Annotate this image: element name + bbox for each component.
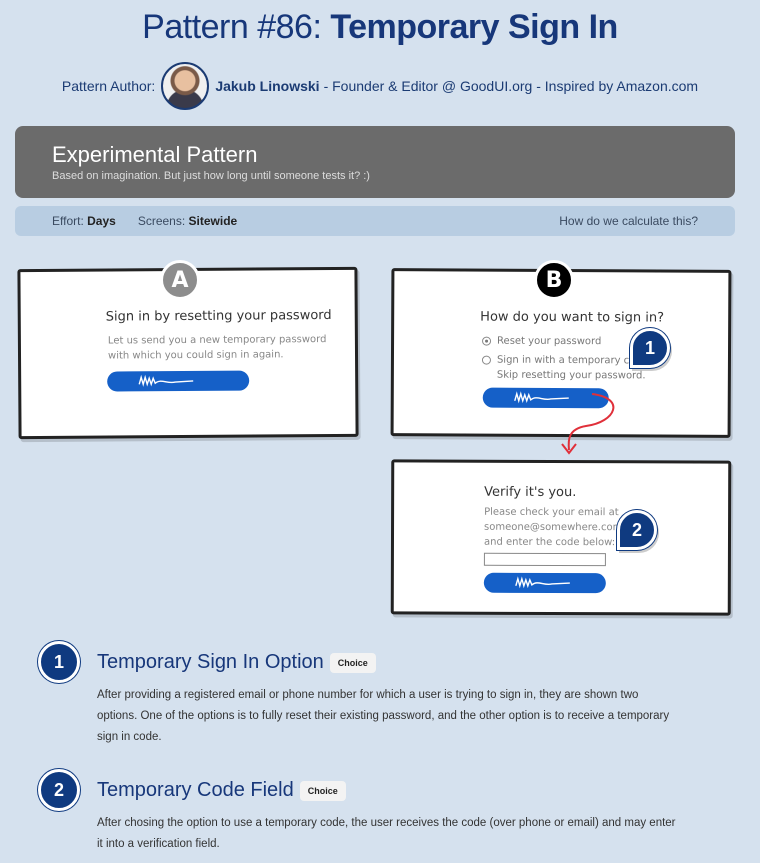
verify-body: Please check your email at someone@somew…	[483, 506, 623, 549]
item-title: Temporary Sign In Option Choice	[97, 651, 376, 674]
list-item: 2 Temporary Code Field Choice After chos…	[38, 769, 688, 859]
effort-label: Effort:	[52, 214, 84, 228]
item-description: After chosing the option to use a tempor…	[97, 817, 676, 850]
variant-b-badge: B	[534, 260, 574, 300]
banner-subtext: Based on imagination. But just how long …	[52, 170, 370, 182]
verify-heading: Verify it's you.	[484, 484, 577, 501]
list-item: 1 Temporary Sign In Option Choice After …	[38, 641, 688, 751]
screens-value: Sitewide	[188, 214, 238, 228]
effort-bar: Effort: Days Screens: Sitewide How do we…	[15, 206, 735, 236]
marker-1: 1	[630, 328, 670, 368]
page-title: Pattern #86: Temporary Sign In	[142, 8, 618, 46]
item-number-badge: 2	[38, 769, 80, 811]
author-description: - Founder & Editor @ GoodUI.org - Inspir…	[323, 78, 699, 94]
scribble-icon	[515, 576, 570, 589]
experimental-banner: Experimental Pattern Based on imaginatio…	[15, 126, 735, 198]
radio-unselected-icon	[481, 355, 491, 365]
author-line: Pattern Author: Jakub Linowski - Founder…	[0, 62, 760, 110]
calculate-link[interactable]: How do we calculate this?	[559, 214, 698, 228]
author-name[interactable]: Jakub Linowski	[215, 78, 319, 94]
code-input[interactable]	[483, 552, 606, 567]
option-temporary-code[interactable]: Sign in with a temporary code. Skip reset…	[481, 353, 651, 384]
verify-button[interactable]	[483, 572, 606, 594]
effort-value: Days	[87, 214, 116, 228]
variant-a-button[interactable]	[107, 370, 250, 392]
radio-selected-icon	[482, 336, 492, 346]
variant-a-body: Let us send you a new temporary password…	[107, 334, 327, 362]
author-label: Pattern Author:	[61, 78, 156, 94]
variant-a-heading: Sign in by resetting your password	[105, 307, 332, 325]
verify-card: Verify it's you. Please check your email…	[390, 459, 732, 616]
scribble-icon	[138, 374, 194, 387]
marker-2: 2	[617, 510, 657, 550]
banner-heading: Experimental Pattern	[52, 142, 258, 167]
variant-a-badge: A	[160, 260, 200, 300]
choice-chip[interactable]: Choice	[329, 652, 376, 673]
item-number-badge: 1	[38, 641, 80, 683]
item-title: Temporary Code Field Choice	[97, 779, 346, 802]
option-reset-password[interactable]: Reset your password	[482, 334, 651, 350]
screens-label: Screens:	[137, 214, 186, 228]
item-description: After providing a registered email or ph…	[97, 689, 670, 743]
sign-in-options: Reset your password Sign in with a tempo…	[481, 334, 651, 384]
choice-chip[interactable]: Choice	[299, 780, 346, 801]
flow-arrow-icon	[561, 393, 615, 455]
avatar	[161, 62, 210, 110]
variant-b-heading: How do you want to sign in?	[480, 309, 665, 326]
